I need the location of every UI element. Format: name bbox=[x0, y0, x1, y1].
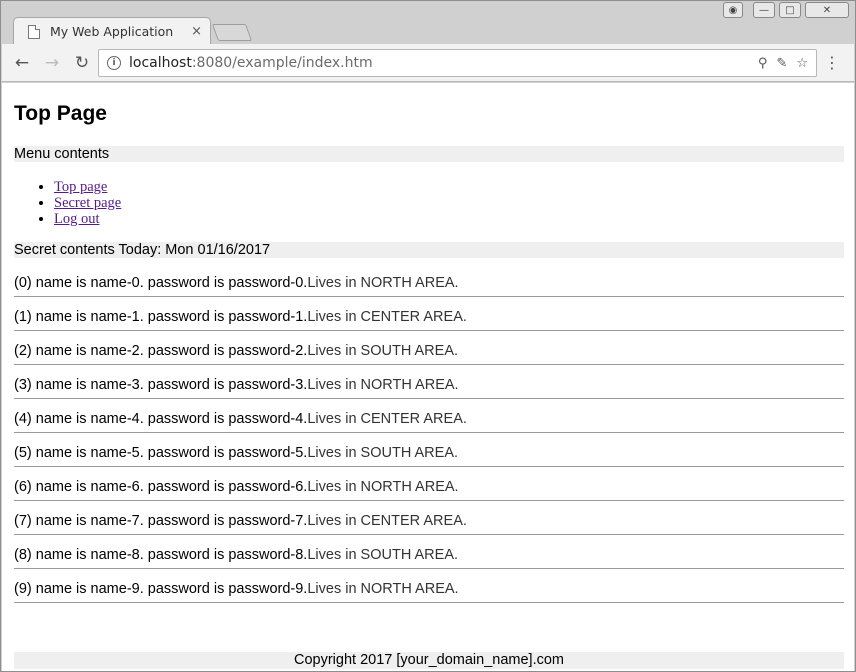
user-icon[interactable]: ◉ bbox=[723, 2, 743, 18]
page-icon bbox=[28, 24, 40, 39]
list-item: (1) name is name-1. password is password… bbox=[14, 297, 844, 331]
window-controls: ◉ — □ ✕ bbox=[723, 2, 849, 18]
tab-close-icon[interactable]: × bbox=[191, 24, 202, 39]
info-icon[interactable]: i bbox=[107, 56, 121, 70]
list-item: (3) name is name-3. password is password… bbox=[14, 365, 844, 399]
record-area: Lives in SOUTH AREA. bbox=[307, 343, 459, 359]
record-area: Lives in NORTH AREA. bbox=[307, 377, 459, 393]
new-tab-button[interactable] bbox=[211, 24, 253, 41]
secret-page-link[interactable]: Secret page bbox=[54, 195, 121, 211]
browser-toolbar: ← → ↻ i localhost:8080/example/index.htm… bbox=[2, 44, 854, 82]
record-text: (7) name is name-7. password is password… bbox=[14, 513, 308, 529]
record-text: (3) name is name-3. password is password… bbox=[14, 377, 308, 393]
omnibox-icons: ⚲ ✎ ☆ bbox=[758, 56, 808, 71]
record-text: (6) name is name-6. password is password… bbox=[14, 479, 308, 495]
record-area: Lives in CENTER AREA. bbox=[307, 513, 467, 529]
record-area: Lives in NORTH AREA. bbox=[307, 275, 459, 291]
list-item: (4) name is name-4. password is password… bbox=[14, 399, 844, 433]
record-text: (2) name is name-2. password is password… bbox=[14, 343, 308, 359]
list-item: (6) name is name-6. password is password… bbox=[14, 467, 844, 501]
record-area: Lives in NORTH AREA. bbox=[307, 581, 459, 597]
list-item: (7) name is name-7. password is password… bbox=[14, 501, 844, 535]
browser-menu-icon[interactable]: ⋮ bbox=[824, 53, 840, 72]
list-item: (0) name is name-0. password is password… bbox=[14, 263, 844, 297]
translate-icon[interactable]: ✎ bbox=[776, 56, 787, 71]
tab-my-web-application[interactable]: My Web Application × bbox=[13, 17, 211, 45]
record-text: (1) name is name-1. password is password… bbox=[14, 309, 308, 325]
forward-arrow-icon[interactable]: → bbox=[42, 53, 62, 73]
record-area: Lives in SOUTH AREA. bbox=[307, 547, 459, 563]
records-list: (0) name is name-0. password is password… bbox=[14, 263, 844, 603]
top-page-link[interactable]: Top page bbox=[54, 179, 107, 195]
record-text: (5) name is name-5. password is password… bbox=[14, 445, 308, 461]
list-item: (8) name is name-8. password is password… bbox=[14, 535, 844, 569]
back-arrow-icon[interactable]: ← bbox=[12, 53, 32, 73]
bookmark-star-icon[interactable]: ☆ bbox=[796, 56, 808, 71]
log-out-link[interactable]: Log out bbox=[54, 211, 100, 227]
list-item: (2) name is name-2. password is password… bbox=[14, 331, 844, 365]
key-icon[interactable]: ⚲ bbox=[758, 56, 768, 71]
browser-window: ◉ — □ ✕ My Web Application × ← → ↻ i loc… bbox=[0, 0, 856, 672]
close-window-button[interactable]: ✕ bbox=[805, 2, 849, 18]
menu-header: Menu contents bbox=[14, 146, 844, 162]
page-title: Top Page bbox=[14, 102, 107, 125]
record-text: (4) name is name-4. password is password… bbox=[14, 411, 308, 427]
record-text: (0) name is name-0. password is password… bbox=[14, 275, 308, 291]
minimize-button[interactable]: — bbox=[753, 2, 775, 18]
url-path: :8080/example/index.htm bbox=[191, 55, 373, 71]
page-content: Top Page Menu contents Top page Secret p… bbox=[2, 83, 854, 671]
url-text[interactable]: localhost:8080/example/index.htm bbox=[129, 55, 373, 71]
menu-item: Secret page bbox=[54, 195, 121, 211]
menu-item: Log out bbox=[54, 211, 121, 227]
url-host: localhost bbox=[129, 55, 192, 71]
record-area: Lives in SOUTH AREA. bbox=[307, 445, 459, 461]
menu-item: Top page bbox=[54, 179, 121, 195]
record-area: Lives in CENTER AREA. bbox=[307, 411, 467, 427]
list-item: (9) name is name-9. password is password… bbox=[14, 569, 844, 603]
reload-icon[interactable]: ↻ bbox=[72, 53, 92, 73]
footer-copyright: Copyright 2017 [your_domain_name].com bbox=[14, 652, 844, 669]
list-item: (5) name is name-5. password is password… bbox=[14, 433, 844, 467]
secret-contents-header: Secret contents Today: Mon 01/16/2017 bbox=[14, 242, 844, 258]
record-area: Lives in CENTER AREA. bbox=[307, 309, 467, 325]
address-bar[interactable]: i localhost:8080/example/index.htm ⚲ ✎ ☆ bbox=[98, 49, 817, 77]
tab-title: My Web Application bbox=[50, 24, 174, 39]
menu-list: Top page Secret page Log out bbox=[54, 179, 121, 227]
record-text: (8) name is name-8. password is password… bbox=[14, 547, 308, 563]
record-text: (9) name is name-9. password is password… bbox=[14, 581, 308, 597]
record-area: Lives in NORTH AREA. bbox=[307, 479, 459, 495]
maximize-button[interactable]: □ bbox=[779, 2, 801, 18]
